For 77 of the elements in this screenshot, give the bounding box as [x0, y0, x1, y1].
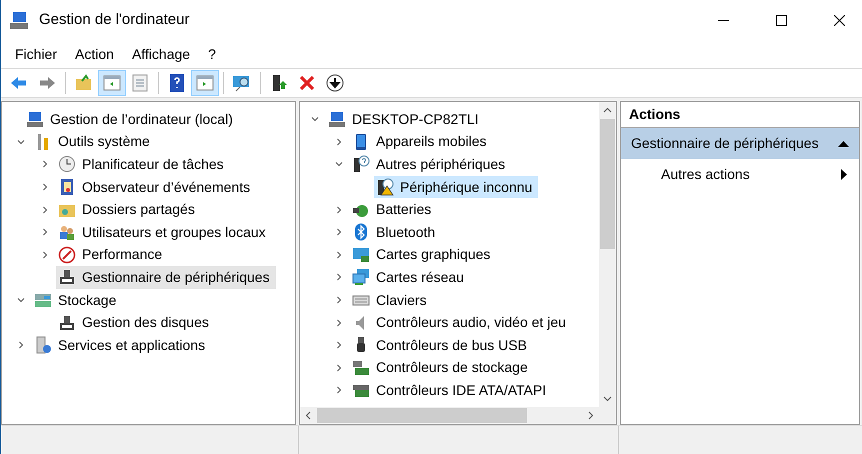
- services-icon: [34, 336, 52, 354]
- network-icon: [352, 268, 370, 286]
- tree-item[interactable]: Contrôleurs audio, vidéo et jeu: [350, 311, 572, 334]
- disk-drive-icon: [58, 314, 76, 332]
- chevron-right-icon[interactable]: [335, 228, 343, 236]
- device-icon: [58, 268, 76, 286]
- tree-item[interactable]: Autres périphériques: [350, 153, 512, 176]
- close-icon: [834, 14, 844, 26]
- chevron-right-icon[interactable]: [335, 250, 343, 259]
- menu-item[interactable]: Action: [67, 44, 122, 64]
- users-icon: [58, 223, 76, 242]
- clock-icon: [58, 155, 76, 174]
- horizontal-scrollbar[interactable]: [300, 407, 616, 424]
- collapse-arrow-icon[interactable]: [838, 140, 849, 148]
- computer-management-icon: [9, 10, 29, 30]
- menu-item[interactable]: Fichier: [7, 44, 66, 64]
- menu-item[interactable]: ?: [200, 44, 224, 64]
- monitor-icon: [352, 246, 370, 264]
- submenu-arrow-icon: [841, 168, 847, 180]
- chevron-right-icon[interactable]: [335, 386, 343, 394]
- chevron-down-icon[interactable]: [17, 296, 25, 304]
- chevron-right-icon[interactable]: [335, 138, 343, 146]
- tree-item[interactable]: Planificateur de tâches: [56, 153, 230, 176]
- bluetooth-icon: [352, 223, 370, 242]
- computer-icon: [26, 110, 44, 128]
- storage-card-icon: [352, 358, 370, 377]
- chevron-right-icon[interactable]: [41, 183, 49, 192]
- maximize-icon: [776, 14, 786, 26]
- tree-item[interactable]: Outils système: [32, 130, 156, 154]
- tree-item[interactable]: Cartes réseau: [350, 266, 470, 289]
- menu-item[interactable]: Affichage: [124, 44, 198, 64]
- chevron-right-icon[interactable]: [335, 318, 343, 327]
- chevron-right-icon[interactable]: [41, 160, 49, 168]
- tree-item[interactable]: Gestion des disques: [56, 311, 215, 334]
- section-title: Gestionnaire de périphériques: [631, 134, 820, 153]
- tree-item[interactable]: Observateur d’événements: [56, 176, 256, 198]
- storage-icon: [34, 291, 52, 310]
- chevron-right-icon[interactable]: [41, 206, 49, 214]
- chevron-right-icon[interactable]: [41, 250, 49, 259]
- tree-item[interactable]: Appareils mobiles: [350, 130, 492, 154]
- tree-item[interactable]: Services et applications: [32, 334, 212, 357]
- vertical-scrollbar[interactable]: [599, 102, 616, 407]
- tree-item[interactable]: Claviers: [350, 288, 433, 312]
- tree-item[interactable]: Contrôleurs IDE ATA/ATAPI: [350, 379, 552, 402]
- window-title: Gestion de l'ordinateur: [39, 10, 190, 30]
- chevron-right-icon[interactable]: [335, 273, 343, 282]
- tree-item[interactable]: DESKTOP-CP82TLI: [326, 108, 485, 131]
- chevron-down-icon[interactable]: [17, 138, 25, 146]
- action-item[interactable]: Autres actions: [621, 159, 859, 189]
- tree-item[interactable]: Dossiers partagés: [56, 198, 201, 221]
- warning-device-icon: [376, 178, 394, 196]
- tree-item[interactable]: Contrôleurs de bus USB: [350, 334, 533, 357]
- tree-pane-icon[interactable]: [98, 70, 126, 96]
- chevron-right-icon[interactable]: [335, 341, 343, 350]
- chevron-right-icon[interactable]: [17, 341, 25, 350]
- unknown-device-icon: [352, 155, 370, 174]
- tree-item[interactable]: Bluetooth: [350, 220, 442, 244]
- chevron-right-icon[interactable]: [335, 296, 343, 304]
- chevron-down-icon[interactable]: [311, 115, 319, 124]
- chevron-down-icon[interactable]: [335, 160, 343, 168]
- tree-item[interactable]: Gestion de l’ordinateur (local): [24, 108, 239, 131]
- chevron-right-icon[interactable]: [41, 228, 49, 236]
- tree-item[interactable]: Batteries: [350, 198, 438, 221]
- action-label: Autres actions: [661, 164, 751, 184]
- tree-item[interactable]: Gestionnaire de périphériques: [56, 266, 276, 289]
- chevron-right-icon[interactable]: [335, 206, 343, 214]
- tree-item[interactable]: Contrôleurs de stockage: [350, 356, 534, 380]
- tree-item[interactable]: Utilisateurs et groupes locaux: [56, 220, 272, 244]
- tree-item[interactable]: Stockage: [32, 288, 122, 312]
- computer-icon: [328, 110, 346, 128]
- chevron-right-icon[interactable]: [335, 364, 343, 372]
- tree-item[interactable]: Périphérique inconnu: [374, 176, 538, 198]
- action-pane-icon[interactable]: [191, 70, 219, 96]
- section-header[interactable]: Gestionnaire de périphériques: [621, 128, 859, 159]
- tree-item[interactable]: Cartes graphiques: [350, 244, 496, 266]
- event-log-icon: [58, 178, 76, 196]
- tree-item[interactable]: Performance: [56, 244, 168, 266]
